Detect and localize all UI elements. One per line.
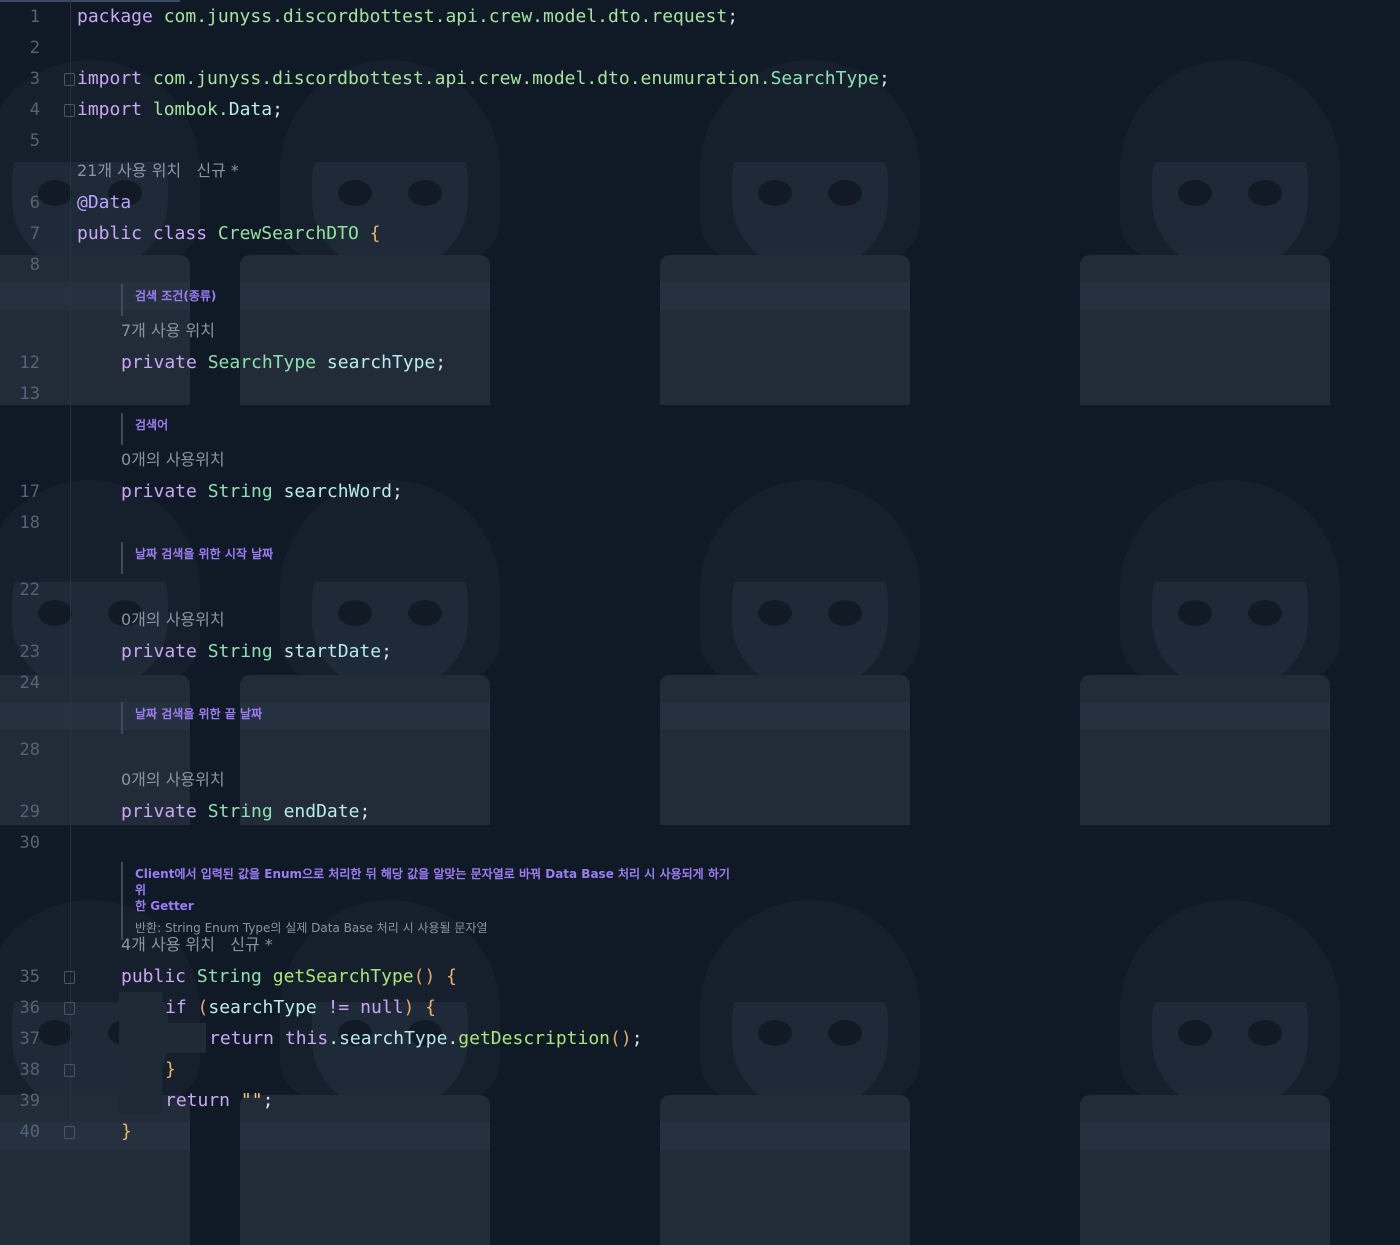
code-text: private String endDate; (121, 801, 371, 822)
code-line[interactable]: 4 import lombok.Data; (0, 95, 1400, 125)
code-text: } (121, 1121, 132, 1142)
code-line[interactable]: 13 (0, 379, 1400, 409)
line-number: 4 (29, 100, 40, 120)
annotation: @Data (77, 192, 132, 213)
line-number: 22 (19, 580, 40, 600)
line-number: 40 (19, 1122, 40, 1142)
line-number: 18 (19, 513, 40, 533)
code-text: return ""; (165, 1090, 274, 1111)
line-number: 13 (19, 384, 40, 404)
line-number: 38 (19, 1060, 40, 1080)
line-number: 30 (19, 833, 40, 853)
code-line[interactable]: 1 package com.junyss.discordbottest.api.… (0, 2, 1400, 32)
code-line[interactable]: 36 if (searchType != null) { (0, 993, 1400, 1023)
code-text: private SearchType searchType; (121, 352, 447, 373)
code-line[interactable]: 23 private String startDate; (0, 637, 1400, 667)
fold-icon[interactable] (64, 971, 75, 984)
line-number: 39 (19, 1091, 40, 1111)
line-number: 28 (19, 740, 40, 760)
code-line[interactable]: 38 } (0, 1055, 1400, 1085)
code-line[interactable]: 24 (0, 668, 1400, 698)
usages-hint[interactable]: 0개의 사용위치 (121, 445, 225, 475)
code-text: public class CrewSearchDTO { (77, 223, 381, 244)
code-line[interactable]: 30 (0, 828, 1400, 858)
usages-hint[interactable]: 7개 사용 위치 (121, 316, 215, 346)
line-number: 23 (19, 642, 40, 662)
code-line[interactable]: 22 (0, 575, 1400, 605)
doc-comment: 검색어 (121, 413, 168, 445)
usages-hint[interactable]: 4개 사용 위치 신규 * (121, 930, 273, 960)
code-line[interactable]: 2 (0, 33, 1400, 63)
code-line[interactable]: 6 @Data (0, 188, 1400, 218)
code-text: import com.junyss.discordbottest.api.cre… (77, 68, 890, 89)
code-line[interactable]: 17 private String searchWord; (0, 477, 1400, 507)
code-line[interactable]: 40 } (0, 1117, 1400, 1147)
usages-hint[interactable]: 0개의 사용위치 (121, 605, 225, 635)
code-text: private String startDate; (121, 641, 392, 662)
line-number: 29 (19, 802, 40, 822)
code-text: private String searchWord; (121, 481, 403, 502)
code-line[interactable]: 39 return ""; (0, 1086, 1400, 1116)
line-number: 35 (19, 967, 40, 987)
code-text: if (searchType != null) { (165, 997, 437, 1018)
code-line[interactable]: 7 public class CrewSearchDTO { (0, 219, 1400, 249)
line-number: 36 (19, 998, 40, 1018)
doc-comment: 날짜 검색을 위한 끝 날짜 (121, 702, 262, 734)
code-line[interactable]: 12 private SearchType searchType; (0, 348, 1400, 378)
line-number: 1 (29, 7, 40, 27)
line-number: 7 (29, 224, 40, 244)
code-line[interactable]: 35 public String getSearchType() { (0, 962, 1400, 992)
usages-hint[interactable]: 21개 사용 위치 신규 * (77, 156, 239, 186)
fold-icon[interactable] (64, 1064, 75, 1077)
doc-comment: 검색 조건(종류) (121, 284, 216, 316)
fold-icon[interactable] (64, 104, 75, 117)
code-line[interactable]: 29 private String endDate; (0, 797, 1400, 827)
usages-hint[interactable]: 0개의 사용위치 (121, 765, 225, 795)
line-number: 12 (19, 353, 40, 373)
code-text: } (165, 1059, 176, 1080)
doc-comment: Client에서 입력된 값을 Enum으로 처리한 뒤 해당 값을 알맞는 문… (121, 862, 735, 940)
doc-comment: 날짜 검색을 위한 시작 날짜 (121, 542, 273, 574)
code-text: package com.junyss.discordbottest.api.cr… (77, 6, 739, 27)
fold-icon[interactable] (64, 1002, 75, 1015)
line-number: 8 (29, 255, 40, 275)
code-text: public String getSearchType() { (121, 966, 458, 987)
code-line[interactable]: 28 (0, 735, 1400, 765)
line-number: 3 (29, 69, 40, 89)
code-text: import lombok.Data; (77, 99, 283, 120)
fold-icon[interactable] (64, 1126, 75, 1139)
code-line[interactable]: 37 return this.searchType.getDescription… (0, 1024, 1400, 1054)
code-line[interactable]: 8 (0, 250, 1400, 280)
code-line[interactable]: 5 (0, 126, 1400, 156)
fold-icon[interactable] (64, 73, 75, 86)
line-number: 5 (29, 131, 40, 151)
code-text: return this.searchType.getDescription(); (209, 1028, 643, 1049)
line-number: 2 (29, 38, 40, 58)
line-number: 24 (19, 673, 40, 693)
line-number: 17 (19, 482, 40, 502)
code-line[interactable]: 3 import com.junyss.discordbottest.api.c… (0, 64, 1400, 94)
line-number: 6 (29, 193, 40, 213)
line-number: 37 (19, 1029, 40, 1049)
code-line[interactable]: 18 (0, 508, 1400, 538)
